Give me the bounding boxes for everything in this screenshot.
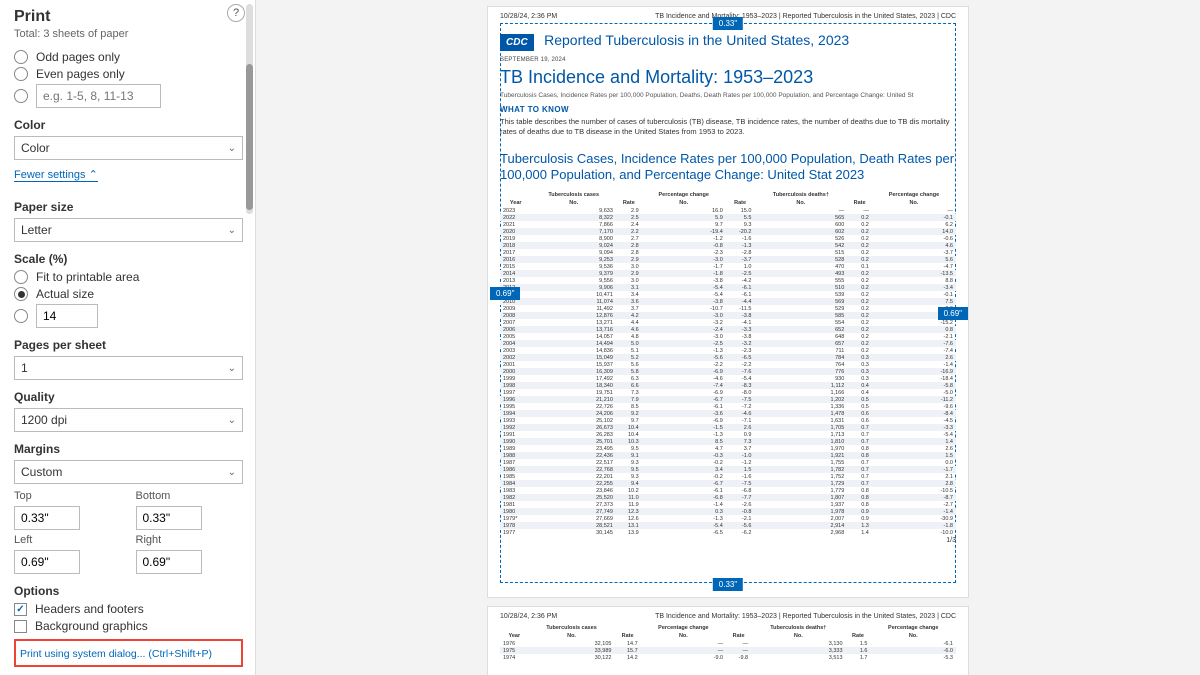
scale-fit-option[interactable]: Fit to printable area [14,270,243,284]
radio-icon [14,89,28,103]
sheet-count: Total: 3 sheets of paper [14,28,243,40]
radio-icon [14,67,28,81]
margins-label: Margins [14,442,243,456]
radio-icon [14,287,28,301]
paper-size-select[interactable]: Letter ⌄ [14,218,243,242]
quality-label: Quality [14,390,243,404]
margin-tag-top: 0.33" [713,17,743,30]
chevron-down-icon: ⌄ [228,415,236,426]
main-heading: TB Incidence and Mortality: 1953–2023 [500,67,956,88]
table-heading: Tuberculosis Cases, Incidence Rates per … [500,151,956,184]
print-panel: ? Print Total: 3 sheets of paper Odd pag… [0,0,256,675]
panel-scrollbar-thumb[interactable] [246,64,253,210]
help-button[interactable]: ? [227,4,245,22]
margin-top-input[interactable] [14,506,80,530]
color-select[interactable]: Color ⌄ [14,136,243,160]
page-header: 10/28/24, 2:36 PM TB Incidence and Morta… [500,613,956,620]
tb-data-table: Tuberculosis casesPercentage changeTuber… [500,191,956,536]
margin-left-input[interactable] [14,550,80,574]
pages-custom-option[interactable] [14,84,243,108]
margin-tag-left: 0.69" [490,287,520,300]
description: This table describes the number of cases… [500,117,956,137]
margin-bottom-label: Bottom [136,490,244,502]
margins-select[interactable]: Custom ⌄ [14,460,243,484]
checkbox-icon [14,603,27,616]
radio-icon [14,309,28,323]
options-label: Options [14,584,243,598]
paper-size-label: Paper size [14,200,243,214]
panel-title: Print [14,8,243,26]
scale-actual-option[interactable]: Actual size [14,287,243,301]
date-stamp: SEPTEMBER 19, 2024 [500,57,956,63]
cdc-logo: CDC [500,34,534,51]
system-dialog-highlight: Print using system dialog... (Ctrl+Shift… [14,639,243,667]
pages-odd-option[interactable]: Odd pages only [14,50,243,64]
radio-icon [14,270,28,284]
background-graphics-option[interactable]: Background graphics [14,619,243,633]
scale-custom-option[interactable] [14,304,243,328]
fewer-settings-link[interactable]: Fewer settings ⌃ [14,168,98,182]
pps-label: Pages per sheet [14,338,243,352]
doc-title: Reported Tuberculosis in the United Stat… [544,32,849,48]
headers-footers-option[interactable]: Headers and footers [14,602,243,616]
preview-page-1: 0.33" 0.69" 0.69" 0.33" 10/28/24, 2:36 P… [488,7,968,597]
chevron-down-icon: ⌄ [228,143,236,154]
preview-page-2: 10/28/24, 2:36 PM TB Incidence and Morta… [488,607,968,675]
scale-label: Scale (%) [14,252,243,266]
pps-select[interactable]: 1 ⌄ [14,356,243,380]
pages-custom-input[interactable] [36,84,161,108]
margin-top-label: Top [14,490,122,502]
pages-even-option[interactable]: Even pages only [14,67,243,81]
what-to-know-label: WHAT TO KNOW [500,105,956,114]
margin-tag-bottom: 0.33" [713,578,743,591]
color-label: Color [14,118,243,132]
tb-data-table: Tuberculosis casesPercentage changeTuber… [500,624,956,661]
margin-right-input[interactable] [136,550,202,574]
page-footer: 1/3 [946,537,956,544]
print-preview: 0.33" 0.69" 0.69" 0.33" 10/28/24, 2:36 P… [256,0,1200,675]
caption: Tuberculosis Cases, Incidence Rates per … [500,92,956,99]
chevron-down-icon: ⌄ [228,363,236,374]
chevron-up-icon: ⌃ [89,169,98,181]
chevron-down-icon: ⌄ [228,225,236,236]
margin-tag-right: 0.69" [938,307,968,320]
radio-icon [14,50,28,64]
system-dialog-link[interactable]: Print using system dialog... (Ctrl+Shift… [20,648,212,660]
margin-left-label: Left [14,534,122,546]
checkbox-icon [14,620,27,633]
chevron-down-icon: ⌄ [228,467,236,478]
margin-bottom-input[interactable] [136,506,202,530]
scale-custom-input[interactable] [36,304,98,328]
margin-right-label: Right [136,534,244,546]
quality-select[interactable]: 1200 dpi ⌄ [14,408,243,432]
